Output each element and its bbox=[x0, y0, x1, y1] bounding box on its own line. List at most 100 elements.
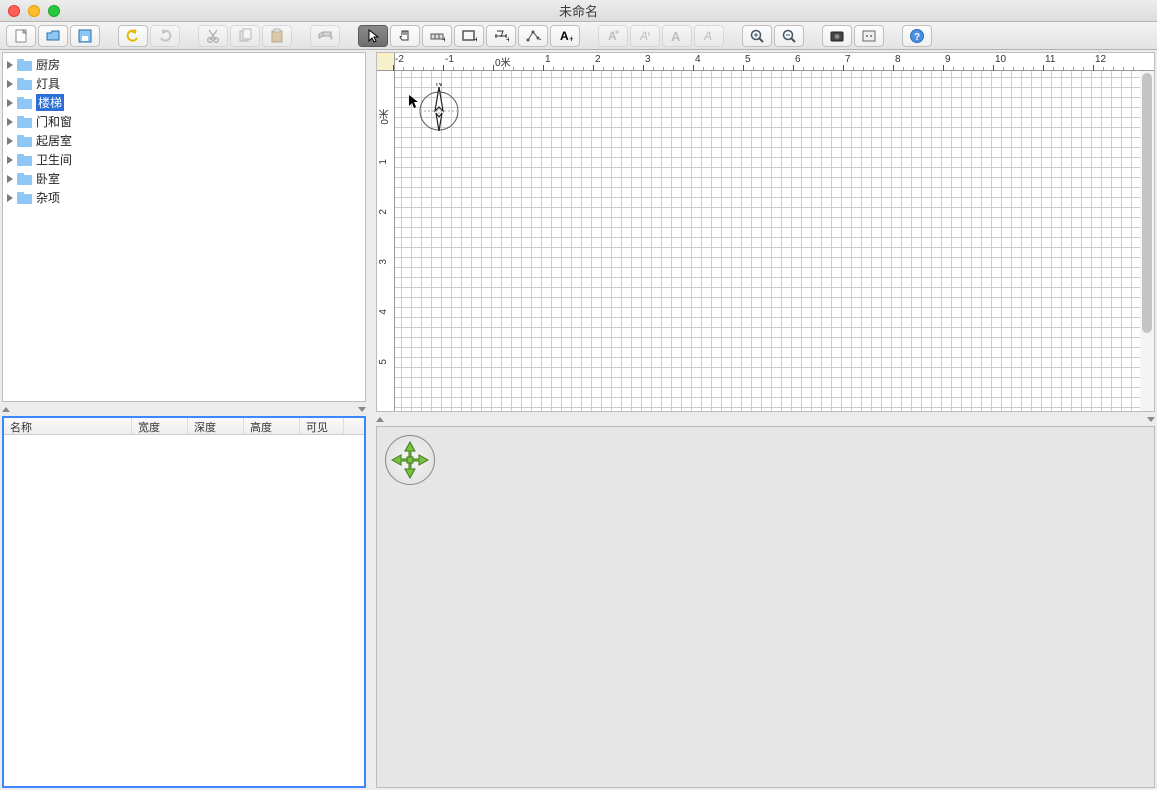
catalog-folder[interactable]: 杂项 bbox=[3, 188, 365, 207]
h-tick: 9 bbox=[945, 54, 951, 65]
catalog-folder[interactable]: 楼梯 bbox=[3, 93, 365, 112]
titlebar: 未命名 bbox=[0, 0, 1157, 22]
add-furniture-button[interactable]: + bbox=[310, 25, 340, 47]
h-tick: 8 bbox=[895, 54, 901, 65]
redo-button[interactable] bbox=[150, 25, 180, 47]
zoom-out-button[interactable] bbox=[774, 25, 804, 47]
v-tick: 1 bbox=[378, 159, 389, 165]
zoom-in-button[interactable] bbox=[742, 25, 772, 47]
select-button[interactable] bbox=[358, 25, 388, 47]
svg-text:A: A bbox=[639, 29, 648, 43]
h-tick: 6 bbox=[795, 54, 801, 65]
main-toolbar: +++++A+AAAA? bbox=[0, 22, 1157, 50]
disclosure-icon[interactable] bbox=[7, 194, 13, 202]
undo-button[interactable] bbox=[118, 25, 148, 47]
h-tick: 11 bbox=[1045, 54, 1055, 65]
column-visible[interactable]: 可见 bbox=[300, 418, 344, 434]
text-increase-button[interactable]: A bbox=[662, 25, 692, 47]
cut-button[interactable] bbox=[198, 25, 228, 47]
text-decrease-button[interactable]: A bbox=[694, 25, 724, 47]
create-text-button[interactable]: A+ bbox=[550, 25, 580, 47]
preferences-button[interactable] bbox=[854, 25, 884, 47]
disclosure-icon[interactable] bbox=[7, 175, 13, 183]
text-italic-button[interactable]: A bbox=[630, 25, 660, 47]
catalog-folder[interactable]: 门和窗 bbox=[3, 112, 365, 131]
v-tick: 4 bbox=[378, 309, 389, 315]
photo-button[interactable] bbox=[822, 25, 852, 47]
disclosure-icon[interactable] bbox=[7, 156, 13, 164]
disclosure-icon[interactable] bbox=[7, 118, 13, 126]
svg-text:N: N bbox=[436, 83, 443, 88]
h-tick: 5 bbox=[745, 54, 751, 65]
h-tick: 1 bbox=[545, 54, 551, 65]
vertical-ruler: 0米12345 bbox=[377, 71, 395, 411]
folder-icon bbox=[17, 78, 32, 90]
catalog-folder[interactable]: 卫生间 bbox=[3, 150, 365, 169]
catalog-folder[interactable]: 起居室 bbox=[3, 131, 365, 150]
folder-icon bbox=[17, 116, 32, 128]
h-tick: 12 bbox=[1095, 54, 1106, 65]
plan-canvas[interactable]: -2-10米123456789101112 0米12345 N bbox=[376, 52, 1155, 412]
svg-text:A: A bbox=[703, 29, 712, 43]
compass-icon[interactable]: N bbox=[415, 83, 463, 131]
left-splitter[interactable] bbox=[0, 404, 368, 414]
furniture-table[interactable]: 名称宽度深度高度可见 bbox=[2, 416, 366, 788]
svg-text:A: A bbox=[560, 29, 569, 43]
open-button[interactable] bbox=[38, 25, 68, 47]
h-tick: 7 bbox=[845, 54, 851, 65]
furniture-catalog-tree[interactable]: 厨房灯具楼梯门和窗起居室卫生间卧室杂项 bbox=[2, 52, 366, 402]
v-tick: 5 bbox=[378, 359, 389, 365]
paste-button[interactable] bbox=[262, 25, 292, 47]
catalog-folder[interactable]: 厨房 bbox=[3, 55, 365, 74]
h-tick: 2 bbox=[595, 54, 601, 65]
create-dimension-button[interactable]: + bbox=[486, 25, 516, 47]
create-room-button[interactable]: + bbox=[454, 25, 484, 47]
help-button[interactable]: ? bbox=[902, 25, 932, 47]
folder-label: 杂项 bbox=[36, 189, 60, 206]
folder-label: 灯具 bbox=[36, 75, 60, 92]
folder-label: 门和窗 bbox=[36, 113, 72, 130]
horizontal-ruler: -2-10米123456789101112 bbox=[395, 53, 1154, 71]
disclosure-icon[interactable] bbox=[7, 80, 13, 88]
plan-vertical-scrollbar[interactable] bbox=[1140, 71, 1154, 411]
folder-icon bbox=[17, 135, 32, 147]
folder-icon bbox=[17, 173, 32, 185]
column-height[interactable]: 高度 bbox=[244, 418, 300, 434]
svg-text:+: + bbox=[569, 34, 573, 44]
h-tick: 4 bbox=[695, 54, 701, 65]
column-name[interactable]: 名称 bbox=[4, 418, 132, 434]
new-button[interactable] bbox=[6, 25, 36, 47]
column-width[interactable]: 宽度 bbox=[132, 418, 188, 434]
grid bbox=[395, 71, 1154, 411]
disclosure-icon[interactable] bbox=[7, 137, 13, 145]
create-wall-button[interactable]: + bbox=[422, 25, 452, 47]
svg-text:+: + bbox=[442, 35, 445, 44]
folder-label: 起居室 bbox=[36, 132, 72, 149]
copy-button[interactable] bbox=[230, 25, 260, 47]
folder-label: 卫生间 bbox=[36, 151, 72, 168]
pan-button[interactable] bbox=[390, 25, 420, 47]
folder-icon bbox=[17, 59, 32, 71]
catalog-folder[interactable]: 卧室 bbox=[3, 169, 365, 188]
create-polyline-button[interactable]: + bbox=[518, 25, 548, 47]
svg-text:?: ? bbox=[914, 32, 920, 43]
text-bold-button[interactable]: A bbox=[598, 25, 628, 47]
folder-icon bbox=[17, 154, 32, 166]
svg-text:+: + bbox=[474, 35, 477, 44]
folder-label: 厨房 bbox=[36, 56, 60, 73]
right-splitter[interactable] bbox=[374, 414, 1157, 424]
3d-view[interactable] bbox=[376, 426, 1155, 788]
3d-nav-widget[interactable] bbox=[385, 435, 435, 485]
catalog-folder[interactable]: 灯具 bbox=[3, 74, 365, 93]
folder-label: 卧室 bbox=[36, 170, 60, 187]
window-title: 未命名 bbox=[0, 1, 1157, 20]
v-tick: 0米 bbox=[378, 109, 393, 125]
svg-text:+: + bbox=[329, 33, 333, 43]
h-tick: 10 bbox=[995, 54, 1006, 65]
save-button[interactable] bbox=[70, 25, 100, 47]
disclosure-icon[interactable] bbox=[7, 61, 13, 69]
cursor-icon bbox=[409, 95, 419, 109]
folder-icon bbox=[17, 192, 32, 204]
disclosure-icon[interactable] bbox=[7, 99, 13, 107]
column-depth[interactable]: 深度 bbox=[188, 418, 244, 434]
